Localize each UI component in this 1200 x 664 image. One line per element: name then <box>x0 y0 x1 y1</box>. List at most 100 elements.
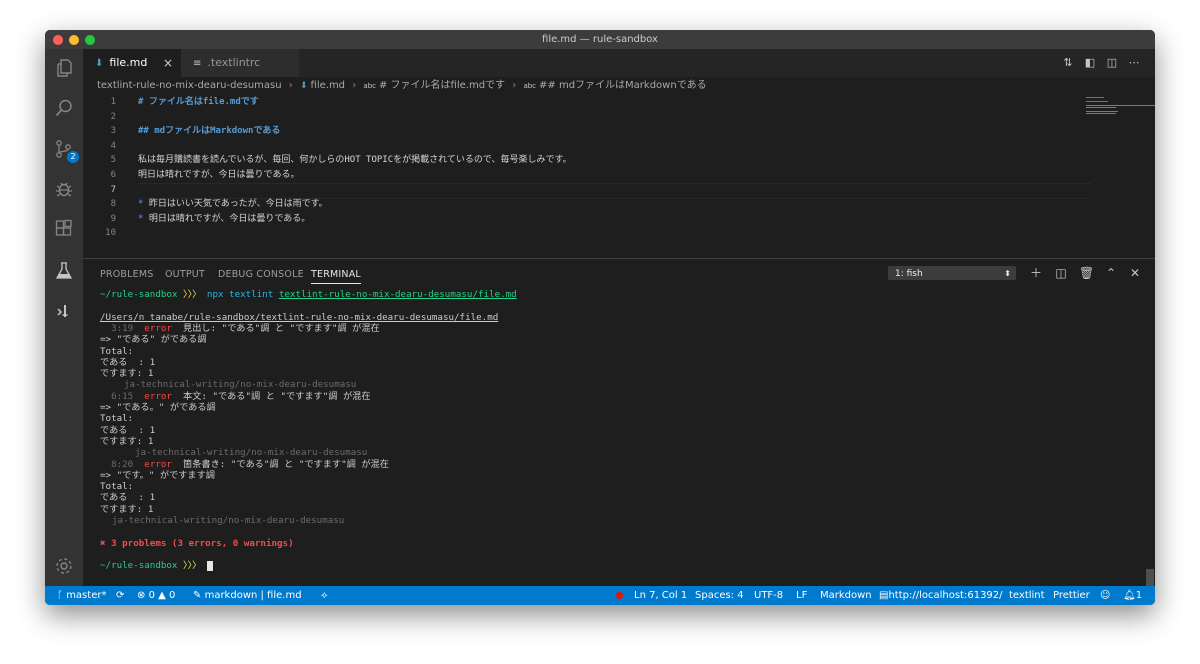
debug-icon[interactable] <box>52 177 76 201</box>
code-line: * 明日は晴れですが、今日は曇りである。 <box>138 212 310 227</box>
extensions-icon[interactable] <box>52 217 76 241</box>
prompt-arrows: 〉〉〉 <box>183 560 202 572</box>
terminal-rule-name: ja-technical-writing/no-mix-dearu-desuma… <box>124 379 357 391</box>
terminal-line: => "です。" がですます調 <box>100 469 215 481</box>
zoom-window-button[interactable] <box>85 35 95 45</box>
terminal-error-line: 3:19 error 見出し: "である"調 と "ですます"調 が混在 <box>111 322 380 334</box>
test-flask-icon[interactable] <box>52 259 76 283</box>
notifications[interactable]: 🔔︎1 <box>1123 586 1142 605</box>
close-icon[interactable]: × <box>163 49 173 77</box>
remote-icon[interactable] <box>52 299 76 323</box>
terminal-line: である : 1 <box>100 492 156 504</box>
maximize-panel-icon[interactable]: ⌃ <box>1104 266 1118 280</box>
smiley-icon[interactable]: ☺ <box>1100 586 1110 605</box>
end-of-line[interactable]: LF <box>796 586 807 605</box>
terminal-line: ですます: 1 <box>100 368 154 380</box>
terminal-line: => "である" がである調 <box>100 334 207 346</box>
prettier-status[interactable]: Prettier <box>1053 586 1090 605</box>
split-terminal-icon[interactable]: ◫ <box>1054 266 1068 280</box>
scm-badge: 2 <box>67 151 79 163</box>
minimap-line <box>1086 97 1104 98</box>
terminal-error-line: 6:15 error 本文: "である"調 と "ですます"調 が混在 <box>111 390 371 402</box>
open-preview-icon[interactable]: ◧ <box>1083 56 1097 70</box>
status-bar: ᚴ master* ⟳ ⊗ 0 ▲ 0 ✎ markdown | file.md… <box>45 586 1155 605</box>
more-actions-icon[interactable]: ⋯ <box>1127 56 1141 70</box>
close-panel-icon[interactable]: ✕ <box>1128 266 1142 280</box>
breadcrumb-file[interactable]: file.md <box>311 80 346 91</box>
tab-textlintrc[interactable]: ≡ .textlintrc <box>181 49 299 77</box>
line-number: 9 <box>110 213 116 224</box>
encoding[interactable]: UTF-8 <box>754 586 783 605</box>
line-number: 6 <box>110 170 116 180</box>
error-dot-icon <box>616 592 623 599</box>
source-control-icon[interactable]: 2 <box>52 137 79 163</box>
cursor-position[interactable]: Ln 7, Col 1 <box>634 586 687 605</box>
terminal-select-value: 1: fish <box>895 269 923 279</box>
split-editor-icon[interactable]: ◫ <box>1105 56 1119 70</box>
minimap-line <box>1086 107 1116 108</box>
tab-problems[interactable]: PROBLEMS <box>100 269 153 280</box>
tab-label: .textlintrc <box>207 56 261 69</box>
terminal-file-path[interactable]: /Users/n_tanabe/rule-sandbox/textlint-ru… <box>100 312 498 323</box>
terminal-line: Total: <box>100 345 134 357</box>
tab-debug-console[interactable]: DEBUG CONSOLE <box>218 269 304 280</box>
tab-output[interactable]: OUTPUT <box>165 269 205 280</box>
select-arrows-icon: ⬍ <box>1004 269 1011 278</box>
terminal-line: ですます: 1 <box>100 503 154 515</box>
code-line: # ファイル名はfile.mdです <box>138 97 259 107</box>
list-text: 昨日はいい天気であったが、今日は雨です。 <box>148 199 328 210</box>
line-number: 7 <box>110 184 116 195</box>
line-number: 3 <box>110 126 116 137</box>
problems-indicator[interactable]: ⊗ 0 ▲ 0 <box>137 586 175 605</box>
minimap-line <box>1086 105 1155 106</box>
warning-icon: ▲ <box>158 590 166 601</box>
breadcrumb: textlint-rule-no-mix-dearu-desumasu › ⬇ f… <box>97 77 707 95</box>
live-share-icon[interactable]: ⟡ <box>321 586 328 605</box>
vscode-window: file.md — rule-sandbox 2 ⬇ file.md × ≡ .… <box>45 30 1155 605</box>
markdown-icon: ⬇ <box>95 58 104 69</box>
code-line: 明日は晴れですが、今日は曇りである。 <box>138 170 300 180</box>
breadcrumb-folder[interactable]: textlint-rule-no-mix-dearu-desumasu <box>97 80 282 91</box>
terminal-select[interactable]: 1: fish ⬍ <box>888 266 1016 280</box>
markdown-file-indicator[interactable]: ✎ markdown | file.md <box>193 586 302 605</box>
string-symbol-icon: abc <box>523 82 537 90</box>
textlint-status[interactable]: textlint <box>1009 586 1045 605</box>
list-text: 明日は晴れですが、今日は曇りである。 <box>148 213 311 224</box>
title-bar: file.md — rule-sandbox <box>45 30 1155 49</box>
editor[interactable]: 1 2 3 4 5 6 7 8 9 10 # ファイル名はfile.mdです #… <box>83 95 1155 258</box>
bell-icon: 🔔︎ <box>1123 590 1136 601</box>
code-line: * 昨日はいい天気であったが、今日は雨です。 <box>138 197 328 212</box>
chevron-right-icon: › <box>512 80 517 91</box>
tab-terminal[interactable]: TERMINAL <box>311 269 361 284</box>
tab-file-md[interactable]: ⬇ file.md × <box>83 49 181 77</box>
terminal-line: Total: <box>100 481 134 493</box>
settings-gear-icon[interactable] <box>52 554 76 578</box>
kill-terminal-icon[interactable]: 🗑 <box>1079 266 1094 280</box>
minimap-line <box>1086 111 1118 112</box>
minimap[interactable] <box>1083 95 1155 258</box>
language-mode[interactable]: Markdown <box>820 586 872 605</box>
terminal-line: ですます: 1 <box>100 435 154 447</box>
breadcrumb-heading1[interactable]: # ファイル名はfile.mdです <box>379 80 505 91</box>
minimize-window-button[interactable] <box>69 35 79 45</box>
breadcrumb-heading2[interactable]: ## mdファイルはMarkdownである <box>539 80 707 91</box>
explorer-icon[interactable] <box>52 56 76 80</box>
branch-indicator[interactable]: ᚴ master* <box>57 586 106 605</box>
terminal-error-line: 8:20 error 箇条書き: "である"調 と "ですます"調 が混在 <box>111 458 389 470</box>
sync-icon[interactable]: ⟳ <box>116 586 124 605</box>
line-number: 10 <box>105 228 116 239</box>
terminal-rule-name: ja-technical-writing/no-mix-dearu-desuma… <box>135 447 368 459</box>
terminal-cursor <box>206 560 213 571</box>
indentation[interactable]: Spaces: 4 <box>695 586 744 605</box>
new-terminal-icon[interactable]: ＋ <box>1029 266 1043 280</box>
bottom-panel: PROBLEMS OUTPUT DEBUG CONSOLE TERMINAL 1… <box>83 258 1155 587</box>
window-title: file.md — rule-sandbox <box>542 34 658 45</box>
server-link[interactable]: ▤http://localhost:61392/ <box>879 586 1003 605</box>
close-window-button[interactable] <box>53 35 63 45</box>
line-number: 1 <box>110 97 116 107</box>
terminal-scrollbar[interactable] <box>1146 569 1154 586</box>
search-icon[interactable] <box>52 96 76 120</box>
open-changes-icon[interactable]: ⇅ <box>1061 56 1075 70</box>
code-line: 私は毎月購読書を読んでいるが、毎回、何かしらのHOT TOPICをが掲載されてい… <box>138 155 572 166</box>
terminal-prompt[interactable]: ~/rule-sandbox 〉〉〉 <box>100 560 213 571</box>
